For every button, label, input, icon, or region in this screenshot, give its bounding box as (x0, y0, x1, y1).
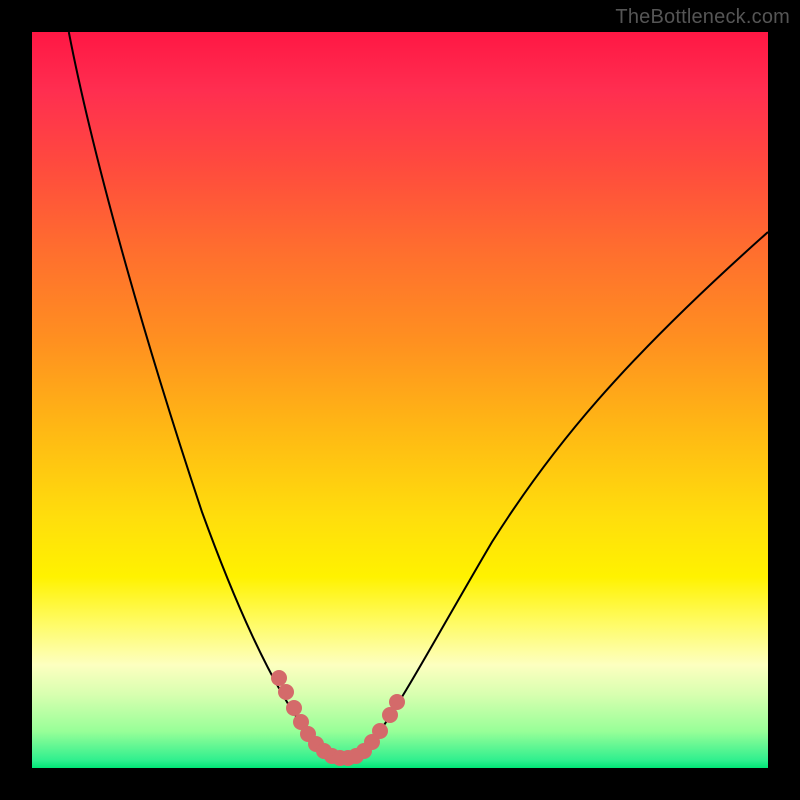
watermark-text: TheBottleneck.com (615, 6, 790, 29)
bottleneck-curve (69, 32, 768, 758)
chart-plot-area (32, 32, 768, 768)
highlight-dots (271, 670, 405, 766)
chart-svg (32, 32, 768, 768)
